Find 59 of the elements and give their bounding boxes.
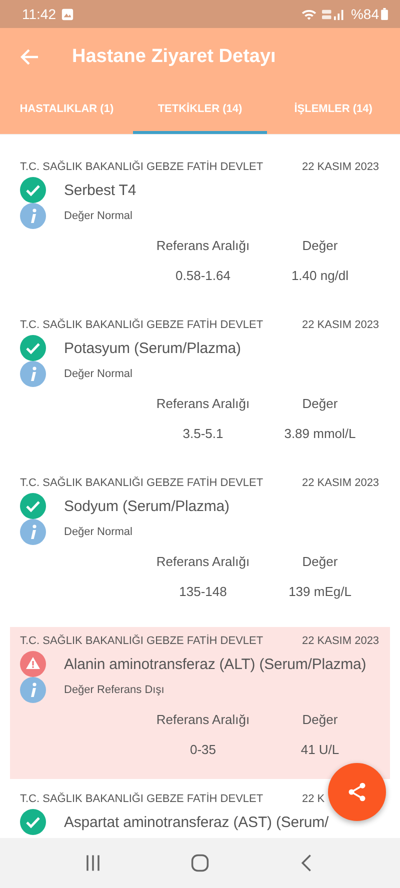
column-header: Değer [301, 396, 339, 410]
signal-icon [322, 8, 346, 20]
column-header: Değer [301, 238, 339, 252]
result-value: 1.40 ng/dl [290, 268, 350, 282]
info-icon[interactable] [20, 203, 46, 229]
hospital-name: T.C. SAĞLIK BAKANLIĞI GEBZE FATİH DEVLET [20, 477, 264, 489]
test-name: Sodyum (Serum/Plazma) [64, 498, 230, 514]
column-header: Değer [301, 712, 339, 726]
column-header: Referans Aralığı [155, 238, 251, 252]
result-status: Değer Normal [64, 526, 132, 538]
test-date: 22 KASIM 2023 [302, 477, 380, 489]
reference-range: 0.58-1.64 [174, 268, 232, 282]
check-icon [20, 493, 46, 519]
tab[interactable]: İŞLEMLER (14) [266, 86, 400, 134]
test-date: 22 KASIM 2023 [302, 635, 380, 647]
image-icon [61, 8, 74, 20]
tab[interactable]: TETKİKLER (14) [133, 86, 267, 134]
info-icon[interactable] [20, 361, 46, 387]
test-name: Aspartat aminotransferaz (AST) (Serum/ [64, 814, 329, 830]
test-name: Serbest T4 [64, 182, 136, 198]
hospital-name: T.C. SAĞLIK BAKANLIĞI GEBZE FATİH DEVLET [20, 635, 264, 647]
info-icon[interactable] [20, 677, 46, 703]
column-header: Referans Aralığı [155, 554, 251, 568]
check-icon [20, 335, 46, 361]
home-button[interactable] [188, 852, 211, 874]
wifi-icon [300, 8, 317, 20]
hospital-name: T.C. SAĞLIK BAKANLIĞI GEBZE FATİH DEVLET [20, 793, 264, 805]
reference-range: 135-148 [178, 584, 228, 598]
hospital-name: T.C. SAĞLIK BAKANLIĞI GEBZE FATİH DEVLET [20, 319, 264, 331]
test-name: Potasyum (Serum/Plazma) [64, 340, 241, 356]
reference-range: 3.5-5.1 [182, 426, 224, 440]
result-status: Değer Normal [64, 210, 132, 222]
test-date: 22 KASIM 2023 [302, 319, 380, 331]
result-value: 3.89 mmol/L [283, 426, 357, 440]
tab[interactable]: HASTALIKLAR (1) [0, 86, 134, 134]
battery-level: %84 [350, 6, 379, 22]
column-header: Referans Aralığı [155, 712, 251, 726]
test-name: Alanin aminotransferaz (ALT) (Serum/Plazma) [64, 656, 366, 672]
column-header: Referans Aralığı [155, 396, 251, 410]
share-button[interactable] [328, 763, 386, 821]
check-icon [20, 809, 46, 835]
info-icon[interactable] [20, 519, 46, 545]
screen-title: Hastane Ziyaret Detayı [72, 46, 276, 68]
battery-icon [381, 8, 388, 20]
hospital-name: T.C. SAĞLIK BAKANLIĞI GEBZE FATİH DEVLET [20, 161, 264, 173]
home-icon [188, 852, 211, 874]
result-value: 139 mEg/L [288, 584, 352, 598]
column-header: Değer [301, 554, 339, 568]
test-date: 22 K [302, 793, 326, 805]
reference-range: 0-35 [188, 742, 218, 756]
clock: 11:42 [22, 6, 56, 22]
result-value: 41 U/L [300, 742, 340, 756]
back-arrow-icon [20, 47, 40, 67]
share-icon [346, 781, 368, 803]
check-icon [20, 177, 46, 203]
result-status: Değer Normal [64, 368, 132, 380]
result-status: Değer Referans Dışı [64, 684, 164, 696]
warning-icon [20, 651, 46, 677]
test-date: 22 KASIM 2023 [302, 161, 380, 173]
